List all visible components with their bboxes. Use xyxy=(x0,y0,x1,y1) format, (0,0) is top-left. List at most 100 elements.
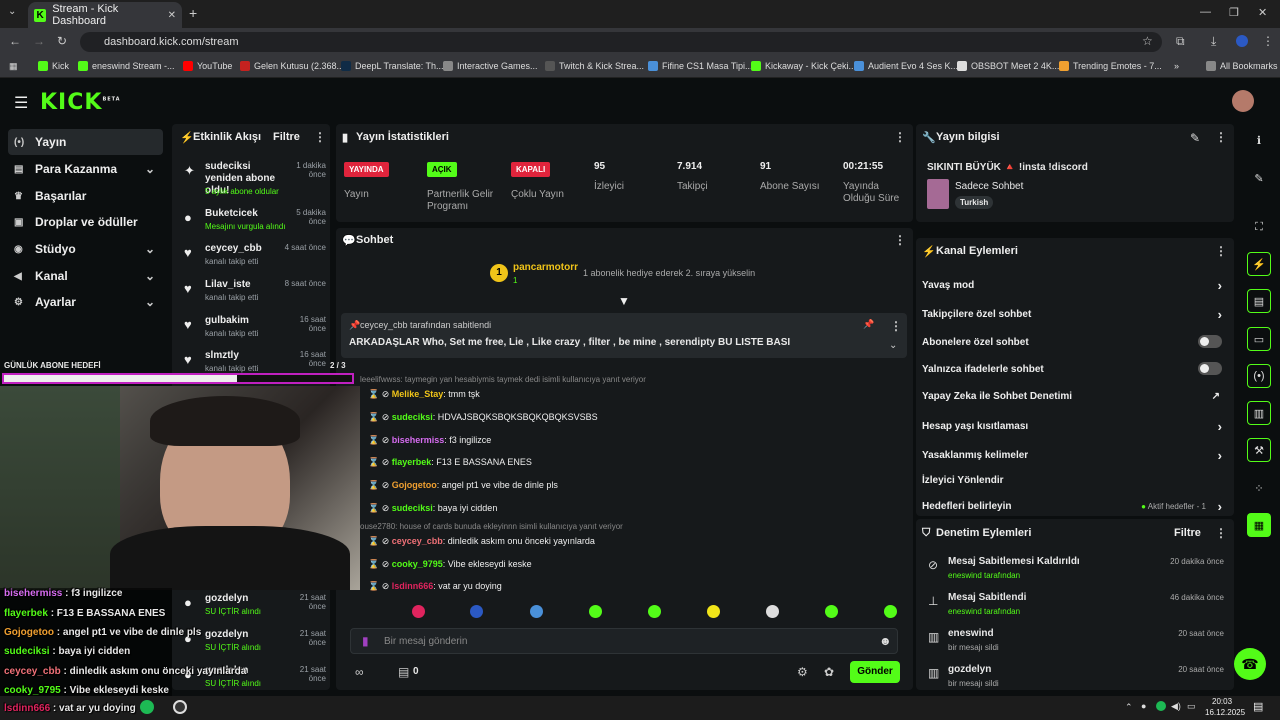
category-name[interactable]: Sadece Sohbet xyxy=(955,181,1023,192)
action-followers-only[interactable]: Takipçilere özel sohbet › xyxy=(922,307,1228,322)
toggle-switch[interactable] xyxy=(1198,335,1222,348)
spotify-taskbar-icon[interactable] xyxy=(140,700,154,714)
notes-icon[interactable]: ▤ xyxy=(1247,289,1271,313)
chat-message[interactable]: ⌛ ⊘ lsdinn666: vat ar yu doying xyxy=(368,581,502,592)
bookmark-item[interactable]: Kick xyxy=(38,61,69,71)
chat-message[interactable]: ⌛ ⊘ sudeciksi: HDVAJSBQKSBQKSBQKQBQKSVSB… xyxy=(368,412,598,423)
action-goals[interactable]: Hedefleri belirleyin ● Aktif hedefler - 1… xyxy=(922,499,1228,514)
more-options-icon[interactable]: ⋮ xyxy=(1215,130,1227,144)
action-emotes-only[interactable]: Yalnızca ifadelerle sohbet xyxy=(922,362,1228,375)
sidebar-item-studyo[interactable]: ◉ Stüdyo ⌄ xyxy=(8,236,163,262)
restore-icon[interactable]: ❐ xyxy=(1229,6,1239,19)
network-icon[interactable]: ▭ xyxy=(1187,701,1196,712)
bookmark-item[interactable]: Twitch & Kick Strea... xyxy=(545,61,644,71)
gift-icon[interactable]: ✿ xyxy=(824,665,834,679)
tray-chevron-icon[interactable]: ⌃ xyxy=(1125,702,1133,713)
emote-icon[interactable] xyxy=(825,605,838,618)
bookmark-item[interactable]: Gelen Kutusu (2.368... xyxy=(240,61,344,71)
bookmark-item[interactable]: YouTube xyxy=(183,61,232,71)
info-icon[interactable]: ℹ xyxy=(1247,128,1271,152)
category-thumbnail[interactable] xyxy=(927,179,949,209)
all-bookmarks[interactable]: All Bookmarks xyxy=(1206,61,1278,71)
back-icon[interactable]: ← xyxy=(9,34,21,48)
wrench-icon[interactable]: ⚒ xyxy=(1247,438,1271,462)
volume-icon[interactable]: ◀) xyxy=(1171,701,1181,712)
toggle-switch[interactable] xyxy=(1198,362,1222,375)
scroll-down-icon[interactable]: ▼ xyxy=(618,294,630,308)
emote-icon[interactable] xyxy=(648,605,661,618)
points-icon[interactable]: ∞ xyxy=(355,665,364,679)
bookmark-item[interactable]: Interactive Games... xyxy=(443,61,538,71)
profile-avatar-icon[interactable] xyxy=(1236,35,1248,47)
kick-logo[interactable]: KICKBETA xyxy=(40,90,121,115)
moderation-filter-button[interactable]: Filtre xyxy=(1174,527,1201,539)
emote-icon[interactable] xyxy=(589,605,602,618)
broadcast-icon[interactable]: (•) xyxy=(1247,364,1271,388)
more-options-icon[interactable]: ⋮ xyxy=(314,130,326,144)
hamburger-menu-icon[interactable]: ☰ xyxy=(14,93,28,113)
sidebar-item-droplar[interactable]: ▣ Droplar ve ödüller xyxy=(8,209,163,235)
emoji-icon[interactable]: ☻ xyxy=(879,634,892,648)
sidebar-item-para-kazanma[interactable]: ▤ Para Kazanma ⌄ xyxy=(8,156,163,182)
action-slow-mode[interactable]: Yavaş mod › xyxy=(922,278,1228,293)
spotify-tray-icon[interactable] xyxy=(1156,701,1166,711)
more-options-icon[interactable]: ⋮ xyxy=(890,319,902,333)
chat-message[interactable]: ⌛ ⊘ ceycey_cbb: dinledik askım onu öncek… xyxy=(368,536,595,547)
support-chat-icon[interactable]: ☎ xyxy=(1234,648,1266,680)
settings-gear-icon[interactable]: ⚙ xyxy=(797,665,808,679)
sidebar-item-basarilar[interactable]: ♛ Başarılar xyxy=(8,183,163,209)
url-field[interactable]: dashboard.kick.com/stream xyxy=(80,32,1162,52)
bookmark-item[interactable]: eneswind Stream -... xyxy=(78,61,175,71)
chat-message[interactable]: ⌛ ⊘ cooky_9795: Vibe ekleseydi keske xyxy=(368,559,532,570)
browser-menu-icon[interactable]: ⋮ xyxy=(1262,34,1274,48)
window-close-icon[interactable]: ✕ xyxy=(1258,6,1267,19)
taskbar-date[interactable]: 16.12.2025 xyxy=(1205,708,1245,717)
top-gifter-name[interactable]: pancarmotorr xyxy=(513,262,578,273)
more-options-icon[interactable]: ⋮ xyxy=(1215,526,1227,540)
chat-message[interactable]: ⌛ ⊘ bisehermiss: f3 ingilizce xyxy=(368,435,491,446)
calendar-icon[interactable]: ▦ xyxy=(1247,513,1271,537)
forward-icon[interactable]: → xyxy=(33,34,45,48)
user-avatar[interactable] xyxy=(1232,90,1254,112)
chat-message[interactable]: ⌛ ⊘ flayerbek: F13 E BASSANA ENES xyxy=(368,457,532,468)
action-raid[interactable]: İzleyici Yönlendir xyxy=(922,475,1228,486)
bookmark-star-icon[interactable]: ☆ xyxy=(1142,34,1153,48)
apps-icon[interactable]: ▦ xyxy=(9,61,18,72)
mic-icon[interactable]: ▮ xyxy=(362,634,369,648)
obs-taskbar-icon[interactable] xyxy=(173,700,187,714)
discord-tray-icon[interactable]: ● xyxy=(1141,701,1146,711)
unpin-icon[interactable]: 📌 xyxy=(863,319,874,330)
browser-tab[interactable]: K Stream - Kick Dashboard ✕ xyxy=(28,2,182,28)
sidebar-item-kanal[interactable]: ◀ Kanal ⌄ xyxy=(8,263,163,289)
tag-pill[interactable]: Turkish xyxy=(955,196,994,209)
sidebar-item-ayarlar[interactable]: ⚙ Ayarlar ⌄ xyxy=(8,289,163,315)
activity-filter-button[interactable]: Filtre xyxy=(273,131,300,143)
bookmarks-overflow-icon[interactable]: » xyxy=(1174,61,1179,71)
emote-icon[interactable] xyxy=(412,605,425,618)
emote-icon[interactable] xyxy=(470,605,483,618)
extensions-icon[interactable]: ⧉ xyxy=(1176,34,1185,49)
emote-icon[interactable] xyxy=(766,605,779,618)
bookmark-item[interactable]: Kickaway - Kick Çeki... xyxy=(751,61,856,71)
action-banned-words[interactable]: Yasaklanmış kelimeler › xyxy=(922,448,1228,463)
chat-message[interactable]: ⌛ ⊘ Gojogetoo: angel pt1 ve vibe de dinl… xyxy=(368,480,558,491)
chat-message[interactable]: ⌛ ⊘ sudeciksi: baya iyi cidden xyxy=(368,503,497,514)
bookmark-item[interactable]: DeepL Translate: Th... xyxy=(341,61,444,71)
action-account-age[interactable]: Hesap yaşı kısıtlaması › xyxy=(922,419,1228,434)
sidebar-item-yayin[interactable]: (•) Yayın xyxy=(8,129,163,155)
notifications-icon[interactable]: ▤ xyxy=(1253,700,1263,713)
tab-list-icon[interactable]: ⌄ xyxy=(8,6,16,17)
chevron-down-icon[interactable]: ⌄ xyxy=(889,340,897,351)
edit-icon[interactable]: ✎ xyxy=(1247,166,1271,190)
taskbar-time[interactable]: 20:03 xyxy=(1212,697,1232,706)
layers-icon[interactable]: ▥ xyxy=(1247,401,1271,425)
more-options-icon[interactable]: ⋮ xyxy=(1215,244,1227,258)
send-button[interactable]: Gönder xyxy=(850,661,900,683)
chat-icon[interactable]: ▭ xyxy=(1247,327,1271,351)
quick-actions-icon[interactable]: ⚡ xyxy=(1247,252,1271,276)
emote-icon[interactable] xyxy=(530,605,543,618)
bookmark-item[interactable]: OBSBOT Meet 2 4K... xyxy=(957,61,1059,71)
tab-close-icon[interactable]: ✕ xyxy=(168,10,176,21)
store-icon[interactable]: ▤ xyxy=(398,665,409,679)
gift-prompt[interactable]: 1 abonelik hediye ederek 2. sıraya yükse… xyxy=(583,268,755,278)
